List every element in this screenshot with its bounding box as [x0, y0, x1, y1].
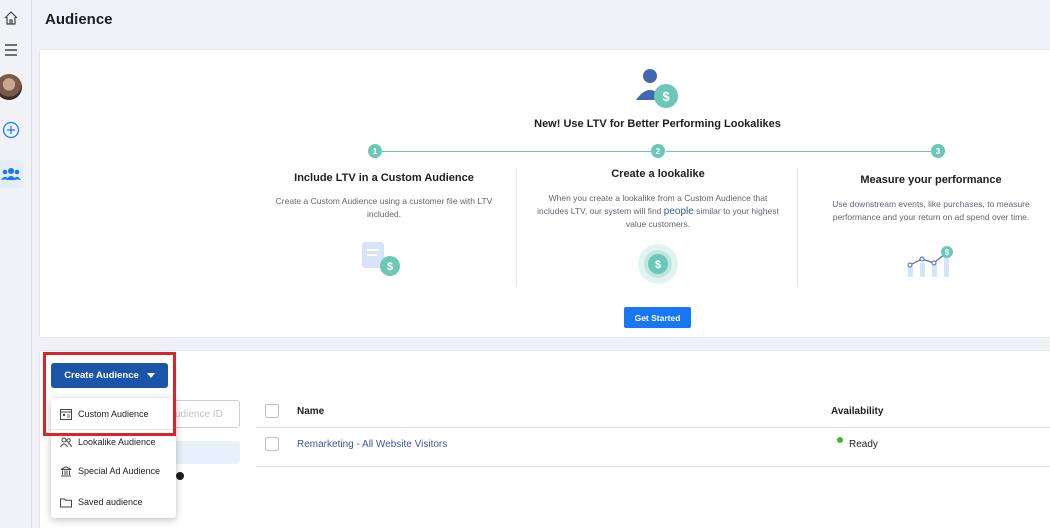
step-3-marker: 3 — [931, 144, 945, 158]
customer-file-icon: $ — [362, 242, 400, 276]
step-1-title: Include LTV in a Custom Audience — [294, 172, 474, 184]
audience-list-panel — [39, 350, 1050, 528]
column-header-name[interactable]: Name — [297, 406, 324, 417]
institution-icon — [60, 465, 72, 477]
select-all-checkbox[interactable] — [265, 404, 279, 418]
step-1-marker: 1 — [368, 144, 382, 158]
row-checkbox[interactable] — [265, 437, 279, 451]
lookalike-dollar-badge-icon: $ — [638, 244, 678, 284]
table-row-divider — [256, 466, 1050, 467]
highlight-annotation — [43, 352, 176, 436]
svg-text:$: $ — [655, 259, 661, 271]
menu-icon[interactable] — [0, 39, 22, 61]
lookalike-dollar-icon: $ — [636, 69, 678, 108]
menu-item-special-ad-audience[interactable]: Special Ad Audience — [51, 458, 176, 484]
lookalike-people-icon — [60, 437, 72, 448]
column-divider — [516, 168, 517, 286]
menu-item-saved-audience[interactable]: Saved audience — [51, 489, 176, 515]
menu-item-label: Lookalike Audience — [78, 437, 156, 447]
home-icon[interactable] — [0, 7, 22, 29]
menu-item-label: Saved audience — [78, 497, 143, 507]
svg-text:$: $ — [945, 248, 950, 257]
step-connector — [666, 151, 932, 152]
step-3-description: Use downstream events, like purchases, t… — [832, 199, 1030, 222]
promo-headline: New! Use LTV for Better Performing Looka… — [534, 118, 781, 130]
column-divider — [797, 168, 798, 286]
step-3-title: Measure your performance — [860, 174, 1002, 186]
step-2-description: When you create a lookalike from a Custo… — [536, 192, 780, 231]
table-header-divider — [256, 427, 1050, 428]
column-header-availability[interactable]: Availability — [831, 406, 883, 417]
svg-text:$: $ — [387, 261, 393, 273]
svg-text:$: $ — [662, 89, 670, 104]
menu-item-label: Special Ad Audience — [78, 466, 161, 476]
step-connector — [382, 151, 652, 152]
avatar[interactable] — [0, 74, 22, 100]
get-started-button[interactable]: Get Started — [624, 307, 691, 328]
step-1-description: Create a Custom Audience using a custome… — [275, 196, 493, 219]
status-ready-dot — [837, 437, 843, 443]
people-link[interactable]: people — [664, 206, 694, 217]
left-rail — [0, 0, 32, 528]
step-2-marker: 2 — [651, 144, 665, 158]
folder-icon — [60, 497, 72, 508]
performance-chart-icon: $ — [907, 246, 953, 277]
page-title: Audience — [45, 11, 113, 28]
audience-people-icon[interactable] — [0, 163, 22, 185]
availability-status: Ready — [849, 439, 878, 450]
audience-name-link[interactable]: Remarketing - All Website Visitors — [297, 439, 447, 450]
info-icon — [176, 472, 184, 480]
step-2-title: Create a lookalike — [611, 168, 705, 180]
